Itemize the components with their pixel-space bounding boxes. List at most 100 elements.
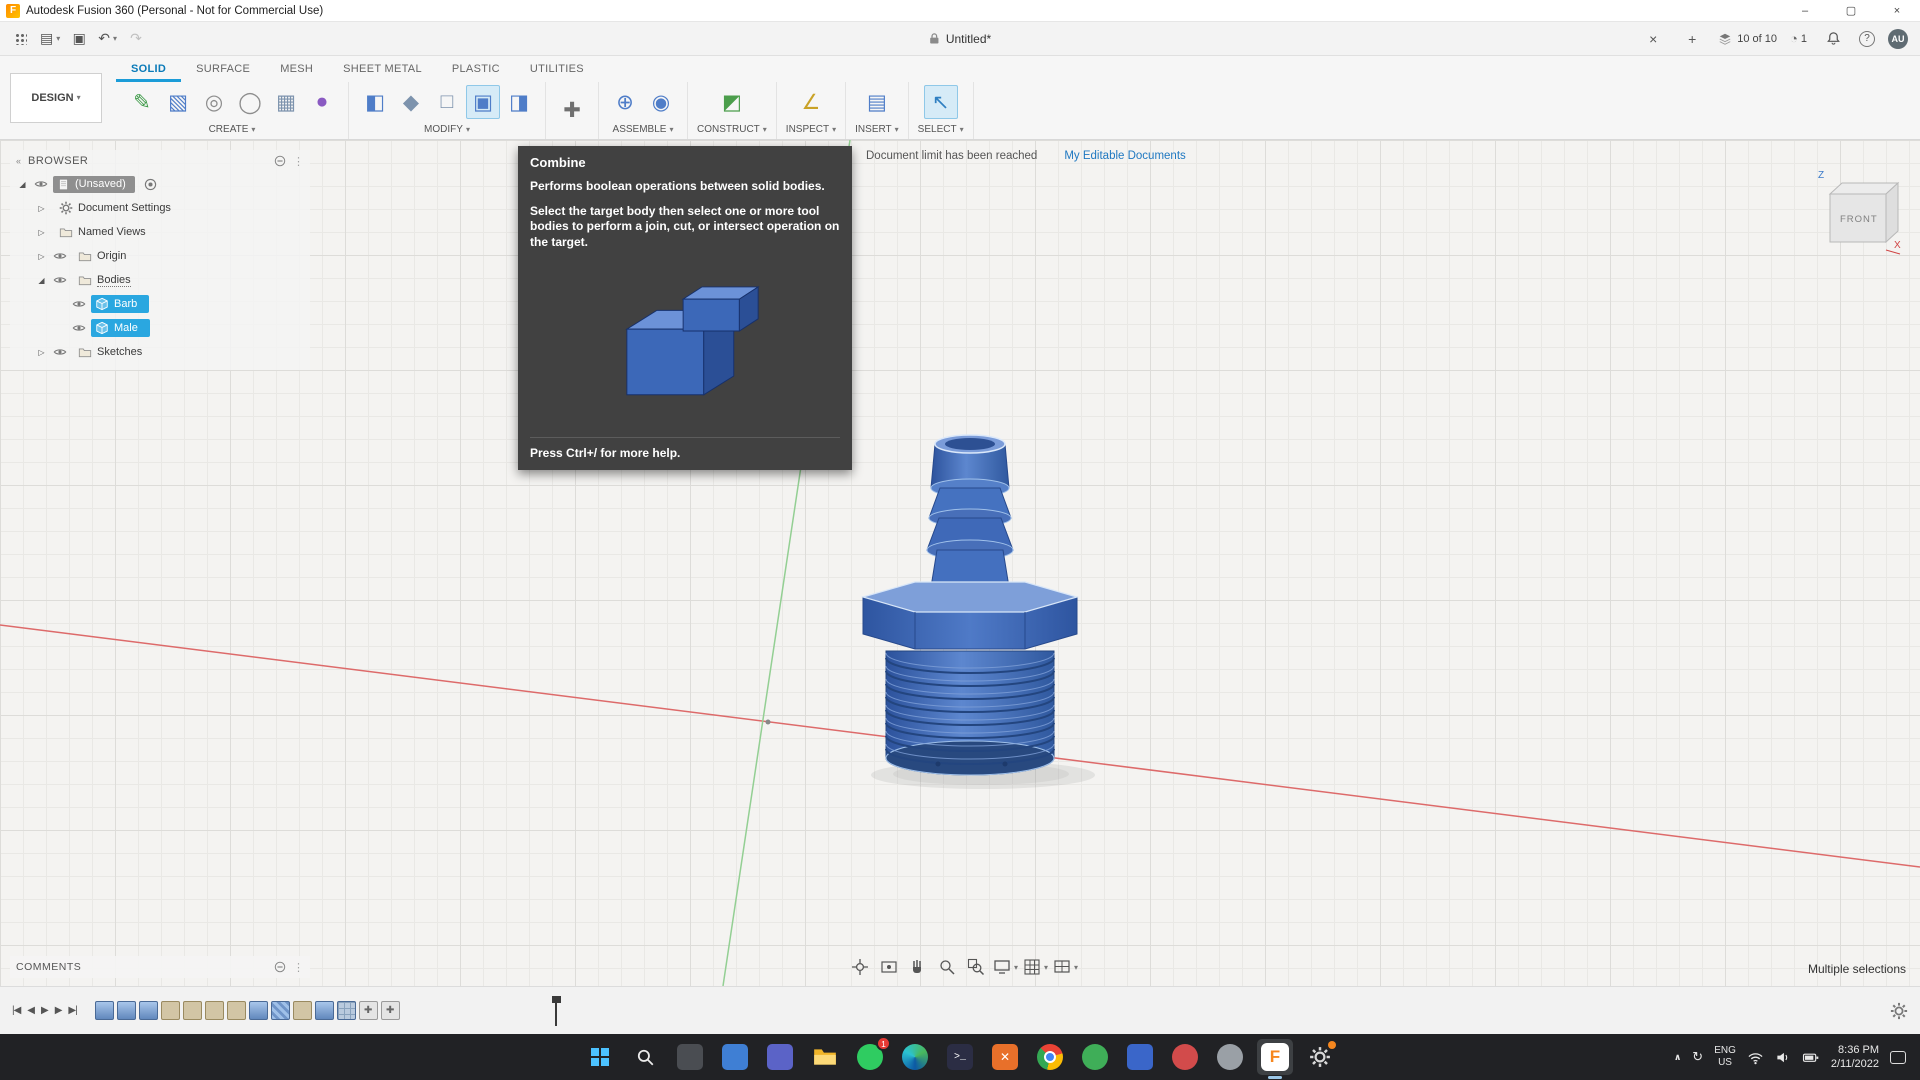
swe ep-icon[interactable]: ◯ bbox=[233, 85, 267, 119]
go-to-start-button[interactable]: |◀ bbox=[12, 1005, 21, 1016]
toolbar-group-label[interactable]: ASSEMBLE ▾ bbox=[613, 124, 674, 135]
edge-browser-icon[interactable] bbox=[897, 1039, 933, 1075]
measure-icon[interactable]: ∠ bbox=[794, 85, 828, 119]
move-feature-icon[interactable]: ✚ bbox=[358, 1001, 378, 1020]
visibility-eye-icon[interactable] bbox=[53, 345, 67, 359]
viewcube-right-face[interactable] bbox=[1885, 181, 1899, 244]
sketch-feature-icon[interactable] bbox=[204, 1001, 224, 1020]
restore-button[interactable]: ▢ bbox=[1828, 0, 1874, 21]
redo-button[interactable]: ↷ bbox=[123, 26, 149, 52]
model-hose-barb-body[interactable] bbox=[843, 430, 1098, 795]
rectangular-pattern-icon[interactable]: ▦ bbox=[269, 85, 303, 119]
fusion-360-app-icon[interactable]: F bbox=[1257, 1039, 1293, 1079]
battery-icon[interactable] bbox=[1802, 1050, 1820, 1065]
extrude-feature-icon[interactable] bbox=[116, 1001, 136, 1020]
chrome-browser-icon[interactable] bbox=[1032, 1039, 1068, 1075]
joint-icon[interactable]: ◉ bbox=[644, 85, 678, 119]
step-back-button[interactable]: ◀ bbox=[27, 1005, 35, 1016]
app-grid-menu-icon[interactable] bbox=[8, 26, 34, 52]
tab-plastic[interactable]: PLASTIC bbox=[437, 56, 515, 82]
volume-icon[interactable] bbox=[1775, 1050, 1791, 1065]
sync-icon[interactable]: ↻ bbox=[1692, 1049, 1703, 1065]
expander-icon[interactable]: ▷ bbox=[35, 348, 48, 357]
browser-item[interactable]: Bodies bbox=[72, 271, 137, 289]
grid-display-icon[interactable]: ▾ bbox=[1023, 956, 1048, 978]
insert-image-icon[interactable]: ▤ bbox=[860, 85, 894, 119]
construction-plane-icon[interactable]: ◩ bbox=[715, 85, 749, 119]
tab-surface[interactable]: SURFACE bbox=[181, 56, 265, 82]
combine-icon[interactable]: ▣ bbox=[466, 85, 500, 119]
terminal-app-icon[interactable]: >_ bbox=[942, 1039, 978, 1075]
create-form-icon[interactable]: ● bbox=[305, 85, 339, 119]
file-menu-button[interactable]: ▤ ▾ bbox=[36, 26, 64, 52]
new-tab-button[interactable]: + bbox=[1679, 26, 1705, 52]
display-settings-icon[interactable]: ▾ bbox=[993, 956, 1018, 978]
user-avatar[interactable]: AU bbox=[1888, 28, 1908, 49]
viewport-canvas[interactable]: « BROWSER ⋮ ◢ (Unsaved) ▷ Document Settings… bbox=[0, 140, 1920, 986]
toolbar-group-label[interactable]: CONSTRUCT ▾ bbox=[697, 124, 767, 135]
extrude-feature-icon[interactable] bbox=[314, 1001, 334, 1020]
close-button[interactable]: × bbox=[1874, 0, 1920, 21]
timeline-settings-gear-icon[interactable] bbox=[1890, 1002, 1908, 1020]
browser-row-named-views[interactable]: ▷ Named Views bbox=[10, 220, 310, 244]
visibility-eye-icon[interactable] bbox=[72, 297, 86, 311]
wifi-icon[interactable] bbox=[1747, 1050, 1764, 1065]
document-tab[interactable]: Untitled* bbox=[929, 32, 991, 46]
pattern-feature-icon[interactable] bbox=[336, 1001, 356, 1020]
toolbar-group-label[interactable]: CREATE ▾ bbox=[209, 124, 256, 135]
extrude-feature-icon[interactable] bbox=[138, 1001, 158, 1020]
box-primitive-icon[interactable]: ▧ bbox=[161, 85, 195, 119]
tab-utilities[interactable]: UTILITIES bbox=[515, 56, 599, 82]
sketch-feature-icon[interactable] bbox=[292, 1001, 312, 1020]
toolbar-group-label[interactable]: SELECT ▾ bbox=[918, 124, 964, 135]
settings-gear-icon[interactable] bbox=[1302, 1039, 1338, 1075]
shell-icon[interactable]: □ bbox=[430, 85, 464, 119]
visibility-eye-icon[interactable] bbox=[72, 321, 86, 335]
tab-solid[interactable]: SOLID bbox=[116, 56, 181, 82]
tab-mesh[interactable]: MESH bbox=[265, 56, 328, 82]
taskbar-clock[interactable]: 8:36 PM 2/11/2022 bbox=[1831, 1043, 1879, 1072]
orbit-icon[interactable] bbox=[848, 956, 872, 978]
workspace-switcher[interactable]: DESIGN ▾ bbox=[10, 72, 102, 123]
toolbar-group-label[interactable]: MODIFY ▾ bbox=[424, 124, 470, 135]
expander-icon[interactable]: ▷ bbox=[35, 204, 48, 213]
browser-row-sketches[interactable]: ▷ Sketches bbox=[10, 340, 310, 364]
sketch-feature-icon[interactable] bbox=[182, 1001, 202, 1020]
sketch-feature-icon[interactable] bbox=[160, 1001, 180, 1020]
gray-app-icon[interactable] bbox=[1212, 1039, 1248, 1075]
new-component-icon[interactable]: ⊕ bbox=[608, 85, 642, 119]
red-app-icon[interactable] bbox=[1167, 1039, 1203, 1075]
browser-item-pill[interactable]: (Unsaved) bbox=[53, 175, 135, 193]
file-explorer-icon[interactable] bbox=[807, 1039, 843, 1075]
zoom-icon[interactable] bbox=[935, 956, 959, 978]
move-feature-icon[interactable]: ✚ bbox=[380, 1001, 400, 1020]
save-button[interactable]: ▣ bbox=[66, 26, 92, 52]
visibility-eye-icon[interactable] bbox=[53, 273, 67, 287]
activate-component-radio-icon[interactable] bbox=[144, 178, 157, 191]
browser-row-document-settings[interactable]: ▷ Document Settings bbox=[10, 196, 310, 220]
browser-row-origin[interactable]: ▷ Origin bbox=[10, 244, 310, 268]
viewports-icon[interactable]: ▾ bbox=[1053, 956, 1078, 978]
select-icon[interactable]: ↖ bbox=[923, 85, 958, 119]
play-button[interactable]: ▶ bbox=[41, 1005, 49, 1016]
viewcube[interactable]: Z FRONT X bbox=[1806, 162, 1906, 267]
browser-item-pill[interactable]: Male bbox=[91, 319, 150, 337]
toolbar-group-label[interactable]: INSERT ▾ bbox=[855, 124, 899, 135]
browser-item[interactable]: Document Settings bbox=[53, 199, 177, 217]
collapse-all-icon[interactable] bbox=[274, 155, 286, 167]
panel-grip-handle[interactable]: ⋮ bbox=[293, 961, 304, 974]
browser-item[interactable]: Sketches bbox=[72, 343, 148, 361]
expander-icon[interactable]: ▷ bbox=[35, 228, 48, 237]
revolve-icon[interactable]: ◎ bbox=[197, 85, 231, 119]
minimize-button[interactable]: – bbox=[1782, 0, 1828, 21]
expander-icon[interactable]: ▷ bbox=[35, 252, 48, 261]
create-sketch-icon[interactable]: ✎ bbox=[125, 85, 159, 119]
start-button[interactable] bbox=[582, 1039, 618, 1075]
go-to-end-button[interactable]: ▶| bbox=[68, 1005, 77, 1016]
orange-x-app-icon[interactable]: ✕ bbox=[987, 1039, 1023, 1075]
fit-icon[interactable] bbox=[964, 956, 988, 978]
panel-grip-handle[interactable]: ⋮ bbox=[293, 155, 304, 168]
browser-row-barb[interactable]: Barb bbox=[10, 292, 310, 316]
browser-item-pill[interactable]: Barb bbox=[91, 295, 150, 313]
browser-item[interactable]: Named Views bbox=[53, 223, 152, 241]
